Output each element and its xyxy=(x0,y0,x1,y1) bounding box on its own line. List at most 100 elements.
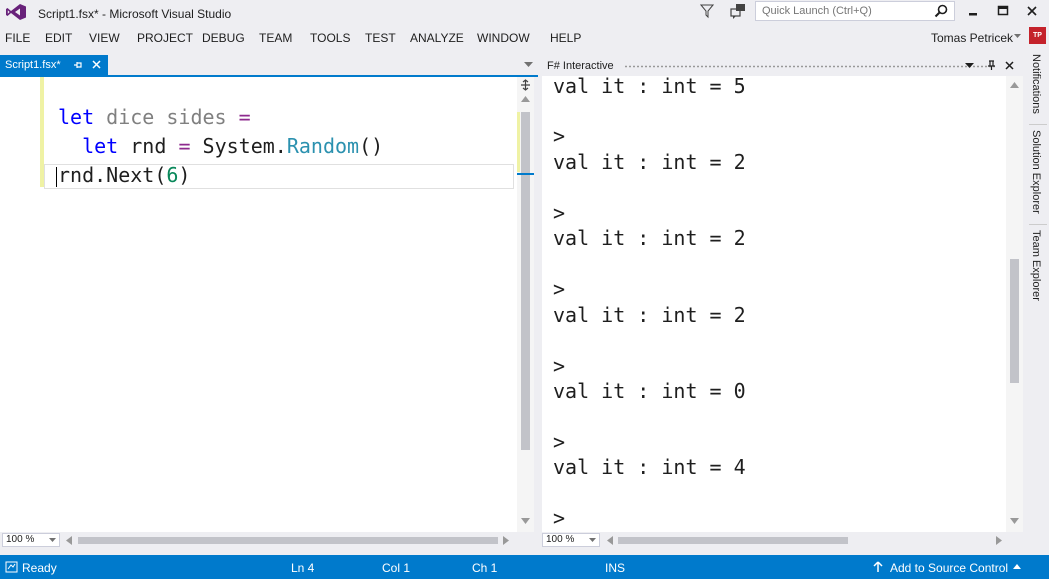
add-to-source-control-button[interactable]: Add to Source Control xyxy=(890,561,1008,575)
fsi-line: val it : int = 2 xyxy=(553,303,746,327)
scroll-down-icon[interactable] xyxy=(521,518,530,524)
scroll-left-icon[interactable] xyxy=(66,536,72,545)
change-marker xyxy=(517,112,520,172)
tab-script1[interactable]: Script1.fsx* xyxy=(0,55,108,75)
side-tab-team-explorer[interactable]: Team Explorer xyxy=(1030,230,1042,301)
fsi-prompt: > xyxy=(553,506,566,530)
fsi-line: val it : int = 5 xyxy=(553,76,746,98)
identifier: rnd xyxy=(130,134,167,158)
call-parens: ) xyxy=(178,163,191,187)
operator: = xyxy=(178,134,191,158)
zoom-value: 100 % xyxy=(546,534,575,545)
maximize-icon xyxy=(997,5,1009,16)
user-name[interactable]: Tomas Petricek xyxy=(931,31,1013,45)
chevron-down-icon[interactable] xyxy=(964,60,975,71)
chevron-down-icon xyxy=(589,538,596,542)
type-name: Random xyxy=(286,134,360,158)
editor-vertical-scrollbar[interactable] xyxy=(517,77,534,532)
editor-horizontal-scrollbar[interactable] xyxy=(62,533,512,547)
scroll-left-icon[interactable] xyxy=(607,536,613,545)
close-icon[interactable] xyxy=(1004,60,1015,71)
pin-icon[interactable] xyxy=(986,60,997,71)
close-button[interactable] xyxy=(1015,0,1049,22)
code-line-2: let rnd = System.Random() xyxy=(58,134,383,158)
search-icon[interactable] xyxy=(934,4,948,18)
code-line-3: rnd.Next(6) xyxy=(58,163,190,187)
fsi-horizontal-scrollbar[interactable] xyxy=(604,533,1014,547)
scroll-right-icon[interactable] xyxy=(996,536,1002,545)
title-bar: Script1.fsx* - Microsoft Visual Studio xyxy=(0,0,1049,26)
keyword: let xyxy=(82,134,119,158)
scroll-up-icon[interactable] xyxy=(521,96,530,102)
menu-tools[interactable]: TOOLS xyxy=(310,31,350,45)
scroll-up-icon[interactable] xyxy=(1010,82,1019,88)
minimize-icon xyxy=(969,13,977,16)
scrollbar-thumb[interactable] xyxy=(618,537,848,544)
menu-edit[interactable]: EDIT xyxy=(45,31,72,45)
menu-debug[interactable]: DEBUG xyxy=(202,31,245,45)
code-line-1: let dice sides = xyxy=(58,105,251,129)
status-bar: Ready Ln 4 Col 1 Ch 1 INS Add to Source … xyxy=(0,555,1049,579)
fsi-output[interactable]: val it : int = 5 > val it : int = 2 > va… xyxy=(542,76,1006,532)
side-tab-solution-explorer[interactable]: Solution Explorer xyxy=(1030,130,1042,214)
editor-zoom-select[interactable]: 100 % xyxy=(2,533,60,547)
fsi-bottom-bar: 100 % xyxy=(542,532,1023,548)
pin-icon[interactable] xyxy=(73,60,83,70)
vs-logo-icon xyxy=(6,4,26,20)
fsi-prompt: > xyxy=(553,430,566,454)
menu-window[interactable]: WINDOW xyxy=(477,31,530,45)
minimize-button[interactable] xyxy=(956,0,990,22)
menu-project[interactable]: PROJECT xyxy=(137,31,193,45)
quick-launch-input[interactable] xyxy=(756,2,931,20)
scrollbar-thumb[interactable] xyxy=(1010,259,1019,383)
avatar[interactable]: TP xyxy=(1029,27,1046,44)
output-window-icon[interactable] xyxy=(5,561,18,573)
scrollbar-thumb[interactable] xyxy=(521,112,530,450)
chevron-down-icon[interactable] xyxy=(1014,34,1021,39)
status-insert-mode: INS xyxy=(605,561,626,575)
filter-icon[interactable] xyxy=(700,3,714,19)
quick-launch-box[interactable] xyxy=(755,1,955,21)
namespace: System. xyxy=(202,134,287,158)
identifier: dice sides xyxy=(106,105,227,129)
number-literal: 6 xyxy=(166,163,179,187)
chevron-down-icon[interactable] xyxy=(524,62,533,68)
side-dock: Notifications Solution Explorer Team Exp… xyxy=(1027,52,1049,308)
fsi-zoom-select[interactable]: 100 % xyxy=(542,533,600,547)
scroll-down-icon[interactable] xyxy=(1010,518,1019,524)
fsi-title-bar: F# Interactive xyxy=(542,56,1020,76)
fsi-line: val it : int = 2 xyxy=(553,150,746,174)
fsi-vertical-scrollbar[interactable] xyxy=(1006,76,1023,532)
fsi-line: val it : int = 4 xyxy=(553,455,746,479)
fsi-title: F# Interactive xyxy=(547,60,614,72)
fsi-line: val it : int = 2 xyxy=(553,226,746,250)
drag-grip[interactable] xyxy=(624,65,996,68)
divider xyxy=(1029,124,1047,125)
editor-tab-strip: Script1.fsx* xyxy=(0,55,538,77)
fsi-prompt: > xyxy=(553,124,566,148)
feedback-icon[interactable] xyxy=(730,3,746,19)
menu-help[interactable]: HELP xyxy=(550,31,581,45)
arrow-up-icon[interactable] xyxy=(873,561,883,573)
caret-marker xyxy=(517,173,534,175)
status-column: Col 1 xyxy=(382,561,411,575)
status-ready: Ready xyxy=(22,561,57,575)
method-call: rnd.Next( xyxy=(58,163,167,187)
menu-analyze[interactable]: ANALYZE xyxy=(410,31,464,45)
scroll-right-icon[interactable] xyxy=(503,536,509,545)
scrollbar-thumb[interactable] xyxy=(78,537,498,544)
tab-label: Script1.fsx* xyxy=(5,59,61,71)
chevron-up-icon[interactable] xyxy=(1013,564,1021,569)
fsi-prompt: > xyxy=(553,201,566,225)
menu-bar: FILE EDIT VIEW PROJECT DEBUG TEAM TOOLS … xyxy=(0,26,1049,50)
menu-test[interactable]: TEST xyxy=(365,31,396,45)
window-title: Script1.fsx* - Microsoft Visual Studio xyxy=(38,7,232,21)
text-caret xyxy=(56,167,57,187)
code-editor[interactable]: let dice sides = let rnd = System.Random… xyxy=(0,77,517,532)
split-icon[interactable] xyxy=(520,79,531,91)
close-icon[interactable] xyxy=(91,59,102,70)
menu-file[interactable]: FILE xyxy=(5,31,30,45)
menu-team[interactable]: TEAM xyxy=(259,31,292,45)
menu-view[interactable]: VIEW xyxy=(89,31,120,45)
side-tab-notifications[interactable]: Notifications xyxy=(1030,54,1042,114)
